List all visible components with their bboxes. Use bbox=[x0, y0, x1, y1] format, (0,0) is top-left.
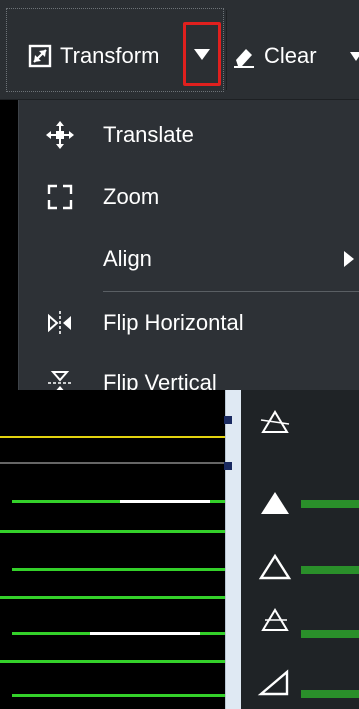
scroll-marker bbox=[224, 462, 232, 470]
menu-item-label: Zoom bbox=[103, 184, 160, 209]
layer-bar bbox=[301, 500, 359, 508]
transform-label: Transform bbox=[60, 43, 160, 68]
menu-item-zoom[interactable]: Zoom bbox=[19, 166, 359, 228]
drawing-canvas[interactable] bbox=[0, 390, 225, 709]
canvas-line bbox=[0, 660, 225, 663]
shape-layer-icon[interactable] bbox=[257, 486, 293, 518]
menu-item-label: Translate bbox=[103, 122, 194, 147]
canvas-line bbox=[120, 500, 210, 503]
flip-horizontal-icon bbox=[48, 311, 71, 335]
menu-item-align[interactable]: Align bbox=[19, 228, 359, 290]
scroll-marker bbox=[224, 416, 232, 424]
resize-arrow-icon bbox=[28, 44, 52, 68]
rotate-shape-icon[interactable] bbox=[257, 406, 293, 438]
eraser-icon bbox=[234, 49, 254, 68]
canvas-line bbox=[0, 596, 225, 599]
zoom-corners-icon bbox=[47, 184, 73, 210]
toolbar: Transform Clear bbox=[0, 0, 359, 100]
transform-button[interactable]: Transform bbox=[28, 38, 159, 74]
canvas-line bbox=[12, 694, 225, 697]
chevron-right-icon bbox=[344, 251, 354, 267]
canvas-line bbox=[12, 568, 225, 571]
toolbar-divider bbox=[226, 10, 227, 90]
menu-item-label: Align bbox=[103, 246, 152, 271]
menu-item-flip-horizontal[interactable]: Flip Horizontal bbox=[19, 292, 359, 354]
chevron-down-icon bbox=[194, 48, 210, 60]
transform-dropdown-button[interactable] bbox=[183, 22, 221, 86]
shape-layer-icon[interactable] bbox=[257, 550, 293, 582]
canvas-line bbox=[0, 462, 225, 464]
shape-layer-icon[interactable] bbox=[257, 604, 293, 636]
canvas-line bbox=[0, 530, 225, 533]
layer-bar bbox=[301, 690, 359, 698]
vertical-scrollbar[interactable] bbox=[225, 390, 241, 709]
shape-layer-icon[interactable] bbox=[257, 666, 293, 698]
move-arrows-icon bbox=[46, 121, 74, 149]
transform-menu: Translate Zoom Align Flip Horizontal Fli… bbox=[18, 100, 359, 395]
layer-bar bbox=[301, 566, 359, 574]
layer-panel bbox=[241, 390, 359, 709]
layer-bar bbox=[301, 630, 359, 638]
clear-button[interactable]: Clear bbox=[232, 38, 317, 74]
canvas-line bbox=[90, 632, 200, 635]
menu-item-label: Flip Horizontal bbox=[103, 310, 244, 335]
clear-dropdown-icon[interactable] bbox=[350, 52, 359, 61]
clear-label: Clear bbox=[264, 43, 317, 68]
menu-item-translate[interactable]: Translate bbox=[19, 104, 359, 166]
canvas-line bbox=[0, 436, 225, 438]
